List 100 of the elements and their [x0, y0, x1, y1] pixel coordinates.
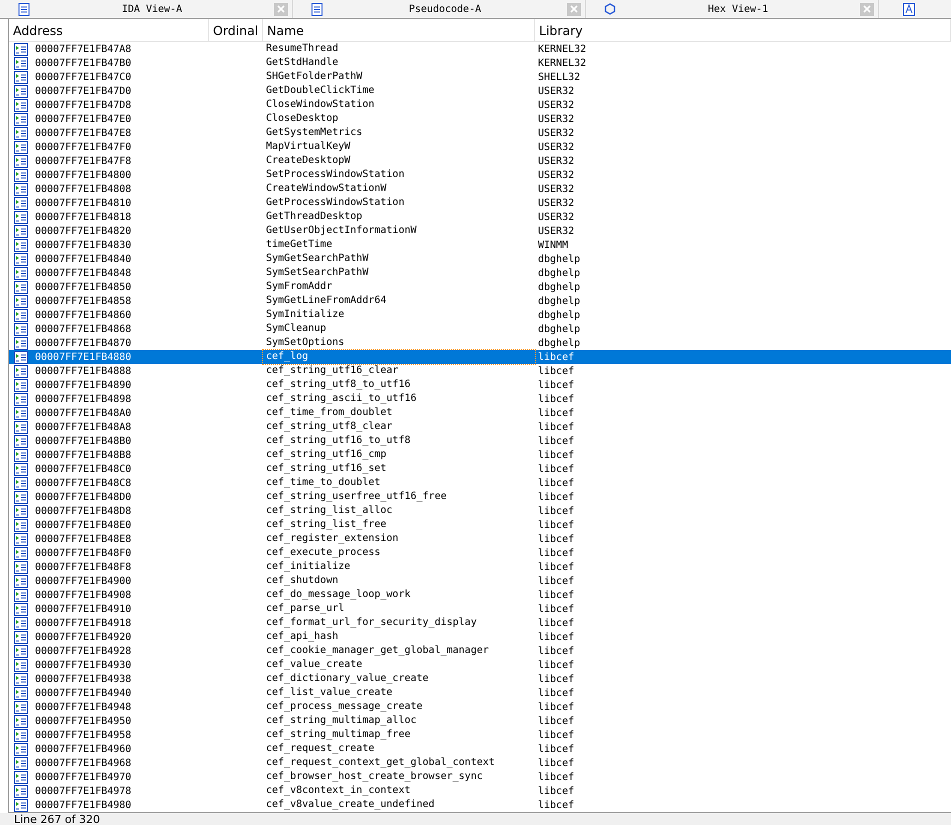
address-cell-text: 00007FF7E1FB4930	[34, 660, 132, 670]
table-row[interactable]: 00007FF7E1FB4858 SymGetLineFromAddr64 dbghelp	[9, 294, 951, 308]
address-cell-text: 00007FF7E1FB4900	[34, 576, 132, 586]
table-row[interactable]: 00007FF7E1FB48A0 cef_time_from_doublet libcef	[9, 406, 951, 420]
table-row[interactable]: 00007FF7E1FB4880 cef_log libcef	[9, 350, 951, 364]
table-row[interactable]: 00007FF7E1FB4820 GetUserObjectInformationW USER32	[9, 224, 951, 238]
table-row[interactable]: 00007FF7E1FB4978 cef_v8context_in_context libcef	[9, 784, 951, 798]
table-row[interactable]: 00007FF7E1FB4908 cef_do_message_loop_work libcef	[9, 588, 951, 602]
table-row[interactable]: 00007FF7E1FB47F8 CreateDesktopW USER32	[9, 154, 951, 168]
address-cell-text: 00007FF7E1FB47F0	[34, 142, 132, 152]
address-cell-text: 00007FF7E1FB4868	[34, 324, 132, 334]
import-function-icon	[14, 798, 28, 812]
table-row[interactable]: 00007FF7E1FB4840 SymGetSearchPathW dbghelp	[9, 252, 951, 266]
name-cell-text: GetProcessWindowStation	[265, 196, 406, 210]
table-row[interactable]: 00007FF7E1FB4970 cef_browser_host_create_browser_sync libcef	[9, 770, 951, 784]
library-cell-text: libcef	[537, 632, 576, 642]
table-row[interactable]: 00007FF7E1FB47D8 CloseWindowStation USER32	[9, 98, 951, 112]
table-row[interactable]: 00007FF7E1FB48F8 cef_initialize libcef	[9, 560, 951, 574]
library-cell-text: dbghelp	[537, 296, 582, 306]
address-cell-text: 00007FF7E1FB47D8	[34, 100, 132, 110]
address-cell-text: 00007FF7E1FB4818	[34, 212, 132, 222]
table-row[interactable]: 00007FF7E1FB4868 SymCleanup dbghelp	[9, 322, 951, 336]
library-cell-text: WINMM	[537, 240, 570, 250]
table-row[interactable]: 00007FF7E1FB4850 SymFromAddr dbghelp	[9, 280, 951, 294]
table-row[interactable]: 00007FF7E1FB4810 GetProcessWindowStation USER32	[9, 196, 951, 210]
table-row[interactable]: 00007FF7E1FB4900 cef_shutdown libcef	[9, 574, 951, 588]
table-row[interactable]: 00007FF7E1FB4848 SymSetSearchPathW dbghelp	[9, 266, 951, 280]
text-icon[interactable]	[903, 2, 915, 16]
import-function-icon	[14, 336, 28, 350]
table-row[interactable]: 00007FF7E1FB48D0 cef_string_userfree_utf16_free libcef	[9, 490, 951, 504]
address-cell-text: 00007FF7E1FB4810	[34, 198, 132, 208]
table-row[interactable]: 00007FF7E1FB47C0 SHGetFolderPathW SHELL32	[9, 70, 951, 84]
import-function-icon	[14, 280, 28, 294]
table-row[interactable]: 00007FF7E1FB47A8 ResumeThread KERNEL32	[9, 42, 951, 56]
table-row[interactable]: 00007FF7E1FB47F0 MapVirtualKeyW USER32	[9, 140, 951, 154]
table-row[interactable]: 00007FF7E1FB4950 cef_string_multimap_alloc libcef	[9, 714, 951, 728]
table-row[interactable]: 00007FF7E1FB4860 SymInitialize dbghelp	[9, 308, 951, 322]
table-row[interactable]: 00007FF7E1FB4960 cef_request_create libcef	[9, 742, 951, 756]
table-row[interactable]: 00007FF7E1FB48E8 cef_register_extension libcef	[9, 532, 951, 546]
table-row[interactable]: 00007FF7E1FB47E8 GetSystemMetrics USER32	[9, 126, 951, 140]
table-row[interactable]: 00007FF7E1FB4818 GetThreadDesktop USER32	[9, 210, 951, 224]
table-row[interactable]: 00007FF7E1FB48E0 cef_string_list_free libcef	[9, 518, 951, 532]
table-row[interactable]: 00007FF7E1FB4910 cef_parse_url libcef	[9, 602, 951, 616]
library-cell-text: libcef	[537, 436, 576, 446]
table-row[interactable]: 00007FF7E1FB4930 cef_value_create libcef	[9, 658, 951, 672]
table-row[interactable]: 00007FF7E1FB48A8 cef_string_utf8_clear libcef	[9, 420, 951, 434]
column-header[interactable]: Name	[263, 19, 535, 41]
table-row[interactable]: 00007FF7E1FB48D8 cef_string_list_alloc libcef	[9, 504, 951, 518]
table-row[interactable]: 00007FF7E1FB4830 timeGetTime WINMM	[9, 238, 951, 252]
table-row[interactable]: 00007FF7E1FB4980 cef_v8value_create_undefined libcef	[9, 798, 951, 812]
close-button[interactable]	[567, 2, 581, 16]
library-cell-text: libcef	[537, 366, 576, 376]
address-cell-text: 00007FF7E1FB47C0	[34, 72, 132, 82]
name-cell-text: cef_string_multimap_alloc	[265, 714, 418, 728]
table-row[interactable]: 00007FF7E1FB4938 cef_dictionary_value_create libcef	[9, 672, 951, 686]
table-row[interactable]: 00007FF7E1FB4920 cef_api_hash libcef	[9, 630, 951, 644]
table-row[interactable]: 00007FF7E1FB47E0 CloseDesktop USER32	[9, 112, 951, 126]
import-function-icon	[14, 546, 28, 560]
address-cell-text: 00007FF7E1FB4918	[34, 618, 132, 628]
name-cell-text: timeGetTime	[265, 238, 334, 252]
column-header[interactable]: Address	[9, 19, 209, 41]
library-cell-text: USER32	[537, 184, 576, 194]
table-row[interactable]: 00007FF7E1FB4800 SetProcessWindowStation USER32	[9, 168, 951, 182]
library-cell-text: libcef	[537, 800, 576, 810]
name-cell-text: cef_time_to_doublet	[265, 476, 382, 490]
close-icon	[277, 5, 285, 13]
address-cell-text: 00007FF7E1FB4840	[34, 254, 132, 264]
table-row[interactable]: 00007FF7E1FB4808 CreateWindowStationW USER32	[9, 182, 951, 196]
table-row[interactable]: 00007FF7E1FB4870 SymSetOptions dbghelp	[9, 336, 951, 350]
table-row[interactable]: 00007FF7E1FB4888 cef_string_utf16_clear libcef	[9, 364, 951, 378]
column-header[interactable]: Library	[535, 19, 951, 41]
name-cell-text: ResumeThread	[265, 42, 340, 56]
table-row[interactable]: 00007FF7E1FB48F0 cef_execute_process libcef	[9, 546, 951, 560]
close-button[interactable]	[274, 2, 288, 16]
table-row[interactable]: 00007FF7E1FB4958 cef_string_multimap_free libcef	[9, 728, 951, 742]
close-button[interactable]	[860, 2, 874, 16]
address-cell-text: 00007FF7E1FB47E8	[34, 128, 132, 138]
column-header[interactable]: Ordinal	[209, 19, 263, 41]
table-row[interactable]: 00007FF7E1FB4928 cef_cookie_manager_get_global_manager libcef	[9, 644, 951, 658]
address-cell-text: 00007FF7E1FB4950	[34, 716, 132, 726]
name-cell-text: cef_string_list_alloc	[265, 504, 394, 518]
table-row[interactable]: 00007FF7E1FB4948 cef_process_message_create libcef	[9, 700, 951, 714]
table-row[interactable]: 00007FF7E1FB4890 cef_string_utf8_to_utf16 libcef	[9, 378, 951, 392]
table-row[interactable]: 00007FF7E1FB4898 cef_string_ascii_to_utf16 libcef	[9, 392, 951, 406]
address-cell-text: 00007FF7E1FB4948	[34, 702, 132, 712]
table-row[interactable]: 00007FF7E1FB4968 cef_request_context_get_global_context libcef	[9, 756, 951, 770]
table-row[interactable]: 00007FF7E1FB47B0 GetStdHandle KERNEL32	[9, 56, 951, 70]
name-cell-text: cef_cookie_manager_get_global_manager	[265, 644, 490, 658]
name-cell-text: SymInitialize	[265, 308, 346, 322]
table-row[interactable]: 00007FF7E1FB48B8 cef_string_utf16_cmp libcef	[9, 448, 951, 462]
import-function-icon	[14, 532, 28, 546]
table-row[interactable]: 00007FF7E1FB4940 cef_list_value_create libcef	[9, 686, 951, 700]
address-cell-text: 00007FF7E1FB48E8	[34, 534, 132, 544]
table-row[interactable]: 00007FF7E1FB48C0 cef_string_utf16_set libcef	[9, 462, 951, 476]
table-row[interactable]: 00007FF7E1FB48C8 cef_time_to_doublet libcef	[9, 476, 951, 490]
table-row[interactable]: 00007FF7E1FB48B0 cef_string_utf16_to_utf8 libcef	[9, 434, 951, 448]
table-row[interactable]: 00007FF7E1FB4918 cef_format_url_for_security_display libcef	[9, 616, 951, 630]
name-cell-text: cef_list_value_create	[265, 686, 394, 700]
table-row[interactable]: 00007FF7E1FB47D0 GetDoubleClickTime USER32	[9, 84, 951, 98]
address-cell-text: 00007FF7E1FB4860	[34, 310, 132, 320]
